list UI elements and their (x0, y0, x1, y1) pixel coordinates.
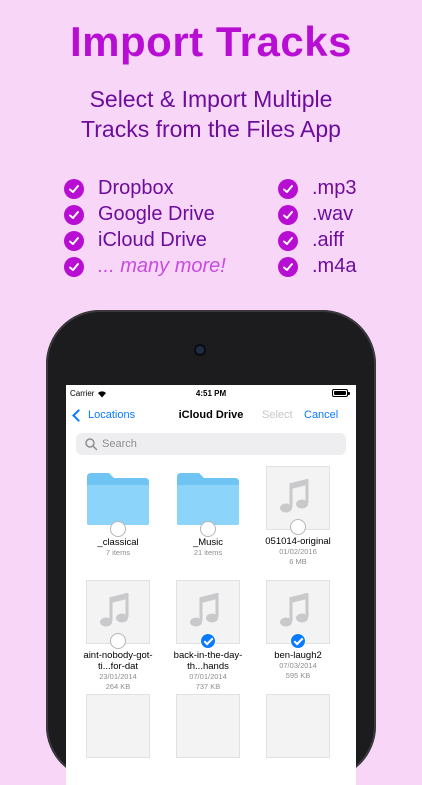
file-date: 07/03/2014 (279, 661, 317, 670)
checkmark-icon (278, 256, 298, 277)
battery-icon (332, 389, 350, 397)
source-item: iCloud Drive (64, 228, 226, 253)
navigation-bar: Locations iCloud Drive Select Cancel (66, 403, 356, 429)
file-name: _classical (97, 537, 139, 548)
music-note-icon (266, 466, 330, 535)
file-item[interactable] (163, 693, 253, 759)
checkmark-icon (64, 204, 84, 225)
file-name: _Music (192, 537, 224, 548)
search-placeholder: Search (102, 438, 137, 450)
file-item[interactable]: ben-laugh2 07/03/2014 595 KB (253, 579, 343, 681)
format-item: .m4a (278, 254, 356, 279)
file-thumbnail (176, 694, 240, 758)
status-bar: Carrier 4:51 PM (66, 385, 356, 403)
source-item: Dropbox (64, 176, 226, 201)
file-item[interactable]: _classical 7 items (73, 465, 163, 558)
file-detail: 21 items (193, 548, 223, 557)
file-size: 264 KB (105, 682, 131, 691)
file-item[interactable]: _Music 21 items (163, 465, 253, 558)
phone-screen: Carrier 4:51 PM Locations iCloud Drive S… (66, 385, 356, 785)
file-size: 737 KB (195, 682, 221, 691)
select-button[interactable]: Select (262, 409, 293, 421)
format-item: .aiff (278, 228, 356, 253)
selection-circle[interactable] (110, 633, 126, 649)
subhead-line-2: Tracks from the Files App (81, 116, 341, 142)
file-item[interactable]: 051014-original 01/02/2016 6 MB (253, 465, 343, 567)
folder-icon (175, 465, 241, 537)
source-label: Dropbox (98, 177, 174, 199)
headline: Import Tracks (70, 18, 352, 65)
checkmark-icon (64, 256, 84, 277)
format-item: .wav (278, 202, 356, 227)
selected-checkmark-icon[interactable] (200, 633, 216, 649)
checkmark-icon (64, 178, 84, 199)
format-label: .mp3 (312, 177, 357, 199)
format-label: .wav (312, 203, 354, 225)
source-label: iCloud Drive (98, 229, 207, 251)
search-icon (85, 438, 98, 451)
music-note-icon (86, 580, 150, 649)
checkmark-icon (278, 204, 298, 225)
format-list: .mp3 .wav .aiff .m4a (278, 176, 356, 280)
front-camera (196, 346, 204, 354)
file-item[interactable]: aint-nobody-got-ti...for-dat 23/01/2014 … (73, 579, 163, 692)
file-date: 07/01/2014 (189, 672, 227, 681)
source-item: ... many more! (64, 254, 226, 279)
file-name: ben-laugh2 (274, 650, 322, 661)
source-label-more: ... many more! (98, 255, 226, 277)
file-item[interactable]: back-in-the-day-th...hands 07/01/2014 73… (163, 579, 253, 692)
subhead-line-1: Select & Import Multiple (89, 86, 333, 112)
selection-circle[interactable] (110, 521, 126, 537)
selection-circle[interactable] (200, 521, 216, 537)
format-item: .mp3 (278, 176, 356, 201)
file-name: 051014-original (265, 536, 331, 547)
subheadline: Select & Import Multiple Tracks from the… (0, 84, 422, 144)
selected-checkmark-icon[interactable] (290, 633, 306, 649)
file-thumbnail (86, 694, 150, 758)
selection-circle[interactable] (290, 519, 306, 535)
source-label: Google Drive (98, 203, 215, 225)
music-note-icon (176, 580, 240, 649)
checkmark-icon (278, 178, 298, 199)
source-item: Google Drive (64, 202, 226, 227)
file-item[interactable] (253, 693, 343, 759)
file-thumbnail (266, 694, 330, 758)
phone-frame: Carrier 4:51 PM Locations iCloud Drive S… (46, 310, 376, 785)
file-date: 01/02/2016 (279, 547, 317, 556)
file-date: 23/01/2014 (99, 672, 137, 681)
checkmark-icon (64, 230, 84, 251)
file-size: 6 MB (289, 557, 307, 566)
file-name: back-in-the-day-th...hands (173, 650, 243, 672)
format-label: .m4a (312, 255, 357, 277)
checkmark-icon (278, 230, 298, 251)
music-note-icon (266, 580, 330, 649)
file-name: aint-nobody-got-ti...for-dat (83, 650, 153, 672)
status-time: 4:51 PM (195, 389, 227, 398)
file-detail: 7 items (105, 548, 131, 557)
folder-icon (85, 465, 151, 537)
source-list: Dropbox Google Drive iCloud Drive ... ma… (64, 176, 226, 280)
file-item[interactable] (73, 693, 163, 759)
cancel-button[interactable]: Cancel (304, 409, 338, 421)
file-size: 595 KB (285, 671, 311, 680)
search-bar[interactable]: Search (76, 433, 346, 455)
format-label: .aiff (312, 229, 344, 251)
